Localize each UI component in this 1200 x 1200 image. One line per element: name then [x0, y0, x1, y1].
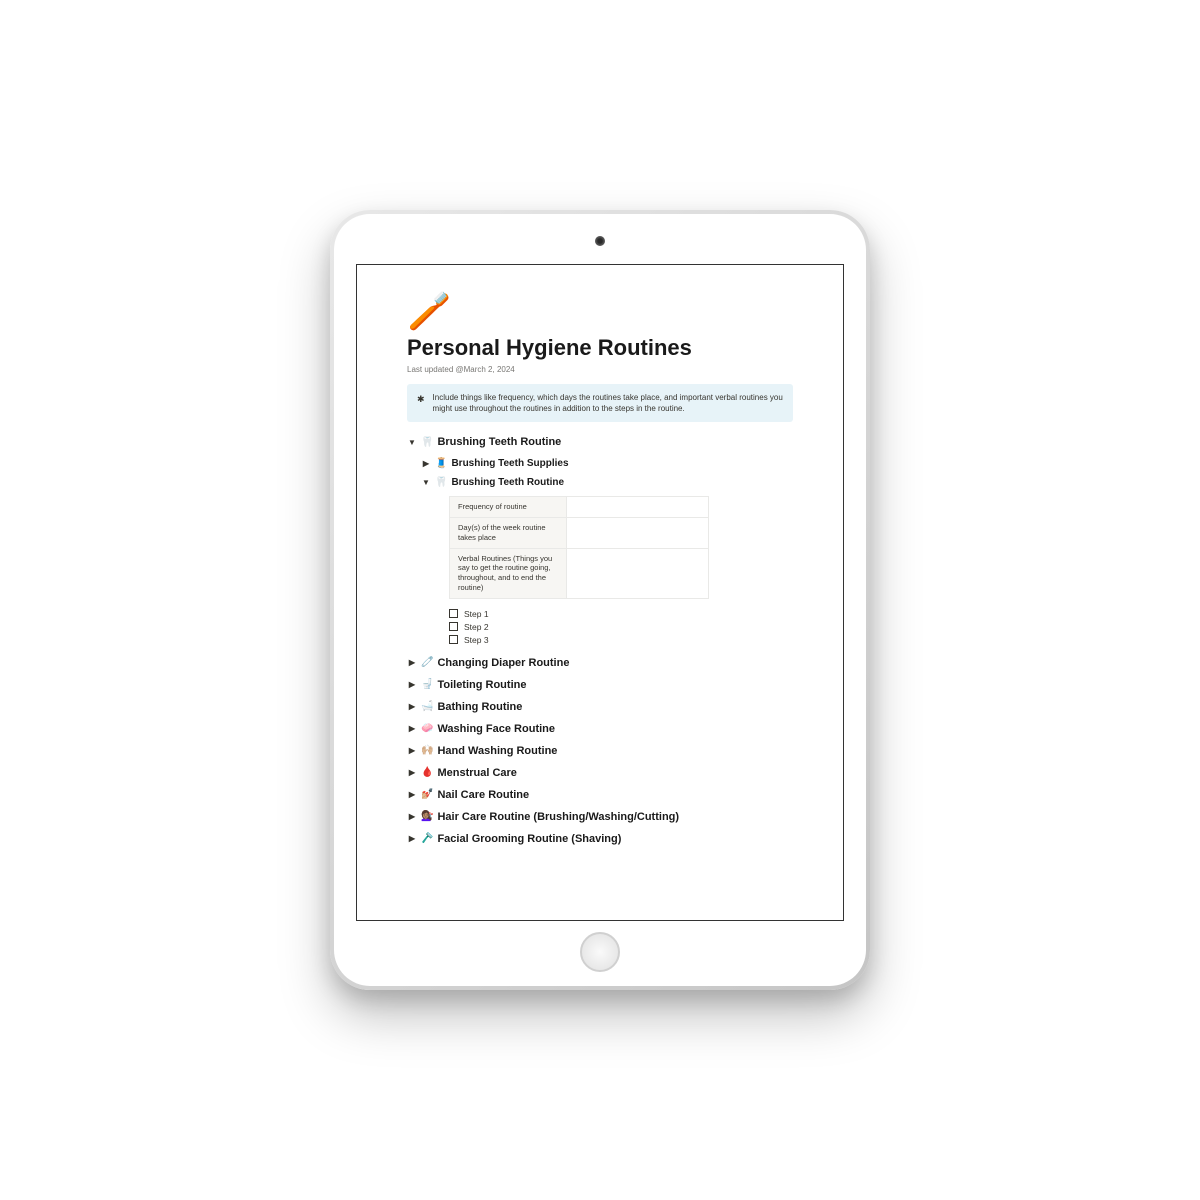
razor-icon: 🪒 [421, 833, 433, 844]
table-cell-label: Verbal Routines (Things you say to get t… [450, 548, 567, 598]
screen: 🪥 Personal Hygiene Routines Last updated… [356, 264, 844, 921]
chevron-right-icon: ▶ [407, 790, 417, 799]
nail-polish-icon: 💅🏼 [421, 789, 433, 800]
step-label: Step 3 [464, 635, 489, 645]
blood-drop-icon: 🩸 [421, 767, 433, 778]
toggle-brushing-teeth[interactable]: ▼ 🦷 Brushing Teeth Routine [407, 436, 793, 448]
toggle-label: Brushing Teeth Routine [451, 477, 564, 488]
last-updated: Last updated @March 2, 2024 [407, 365, 793, 374]
raised-hands-icon: 🙌🏼 [421, 745, 433, 756]
step-label: Step 1 [464, 609, 489, 619]
toggle-label: Facial Grooming Routine (Shaving) [437, 833, 621, 845]
chevron-right-icon: ▶ [407, 680, 417, 689]
table-cell-label: Frequency of routine [450, 497, 567, 518]
table-row[interactable]: Verbal Routines (Things you say to get t… [450, 548, 709, 598]
last-updated-date[interactable]: @March 2, 2024 [455, 365, 514, 374]
step-item[interactable]: Step 2 [449, 622, 793, 632]
callout-text: Include things like frequency, which day… [433, 392, 783, 414]
checkbox[interactable] [449, 622, 458, 631]
toggle-label: Toileting Routine [437, 679, 526, 691]
chevron-right-icon: ▶ [407, 658, 417, 667]
toggle-hand-washing[interactable]: ▶ 🙌🏼 Hand Washing Routine [407, 745, 793, 757]
chevron-right-icon: ▶ [407, 768, 417, 777]
toggle-label: Brushing Teeth Supplies [451, 458, 568, 469]
callout-block: ✱ Include things like frequency, which d… [407, 384, 793, 422]
toggle-label: Washing Face Routine [437, 723, 555, 735]
step-label: Step 2 [464, 622, 489, 632]
chevron-right-icon: ▶ [407, 834, 417, 843]
table-cell-value[interactable] [566, 518, 708, 549]
steps-list: Step 1 Step 2 Step 3 [449, 609, 793, 645]
toggle-brushing-routine-inner[interactable]: ▼ 🦷 Brushing Teeth Routine [421, 477, 793, 488]
table-cell-value[interactable] [566, 497, 708, 518]
toggle-hair-care[interactable]: ▶ 💇🏽‍♀️ Hair Care Routine (Brushing/Wash… [407, 811, 793, 823]
chevron-right-icon: ▶ [407, 812, 417, 821]
table-cell-value[interactable] [566, 548, 708, 598]
haircut-icon: 💇🏽‍♀️ [421, 811, 433, 822]
checkbox[interactable] [449, 635, 458, 644]
toggle-label: Hair Care Routine (Brushing/Washing/Cutt… [437, 811, 679, 823]
page-icon[interactable]: 🪥 [407, 293, 793, 329]
toggle-menstrual-care[interactable]: ▶ 🩸 Menstrual Care [407, 767, 793, 779]
toggle-label: Brushing Teeth Routine [437, 436, 561, 448]
toggle-nail-care[interactable]: ▶ 💅🏼 Nail Care Routine [407, 789, 793, 801]
chevron-right-icon: ▶ [421, 459, 431, 468]
toggle-brushing-supplies[interactable]: ▶ 🧵 Brushing Teeth Supplies [421, 458, 793, 469]
chevron-down-icon: ▼ [421, 478, 431, 487]
last-updated-label: Last updated [407, 365, 455, 374]
page-title: Personal Hygiene Routines [407, 335, 793, 361]
toggle-label: Menstrual Care [437, 767, 516, 779]
table-row[interactable]: Day(s) of the week routine takes place [450, 518, 709, 549]
soap-icon: 🧼 [421, 723, 433, 734]
ipad-camera [595, 236, 605, 246]
toggle-label: Nail Care Routine [437, 789, 529, 801]
toggle-washing-face[interactable]: ▶ 🧼 Washing Face Routine [407, 723, 793, 735]
chevron-right-icon: ▶ [407, 724, 417, 733]
toggle-toileting[interactable]: ▶ 🚽 Toileting Routine [407, 679, 793, 691]
chevron-right-icon: ▶ [407, 702, 417, 711]
step-item[interactable]: Step 1 [449, 609, 793, 619]
toilet-icon: 🚽 [421, 679, 433, 690]
tooth-icon: 🦷 [421, 437, 433, 448]
ipad-bezel: 🪥 Personal Hygiene Routines Last updated… [334, 214, 866, 986]
ipad-home-button[interactable] [580, 932, 620, 972]
checkbox[interactable] [449, 609, 458, 618]
routine-meta-table: Frequency of routine Day(s) of the week … [449, 496, 793, 598]
callout-icon: ✱ [417, 393, 425, 414]
ipad-device-frame: 🪥 Personal Hygiene Routines Last updated… [330, 210, 870, 990]
page-content: 🪥 Personal Hygiene Routines Last updated… [357, 265, 843, 875]
toggle-label: Hand Washing Routine [437, 745, 557, 757]
toggle-facial-grooming[interactable]: ▶ 🪒 Facial Grooming Routine (Shaving) [407, 833, 793, 845]
tooth-icon: 🦷 [435, 477, 447, 488]
toggle-label: Changing Diaper Routine [437, 657, 569, 669]
table-row[interactable]: Frequency of routine [450, 497, 709, 518]
step-item[interactable]: Step 3 [449, 635, 793, 645]
bathtub-icon: 🛁 [421, 701, 433, 712]
toggle-changing-diaper[interactable]: ▶ 🧷 Changing Diaper Routine [407, 657, 793, 669]
chevron-down-icon: ▼ [407, 438, 417, 447]
thread-icon: 🧵 [435, 458, 447, 469]
table-cell-label: Day(s) of the week routine takes place [450, 518, 567, 549]
safety-pin-icon: 🧷 [421, 657, 433, 668]
chevron-right-icon: ▶ [407, 746, 417, 755]
toggle-bathing[interactable]: ▶ 🛁 Bathing Routine [407, 701, 793, 713]
toggle-label: Bathing Routine [437, 701, 522, 713]
